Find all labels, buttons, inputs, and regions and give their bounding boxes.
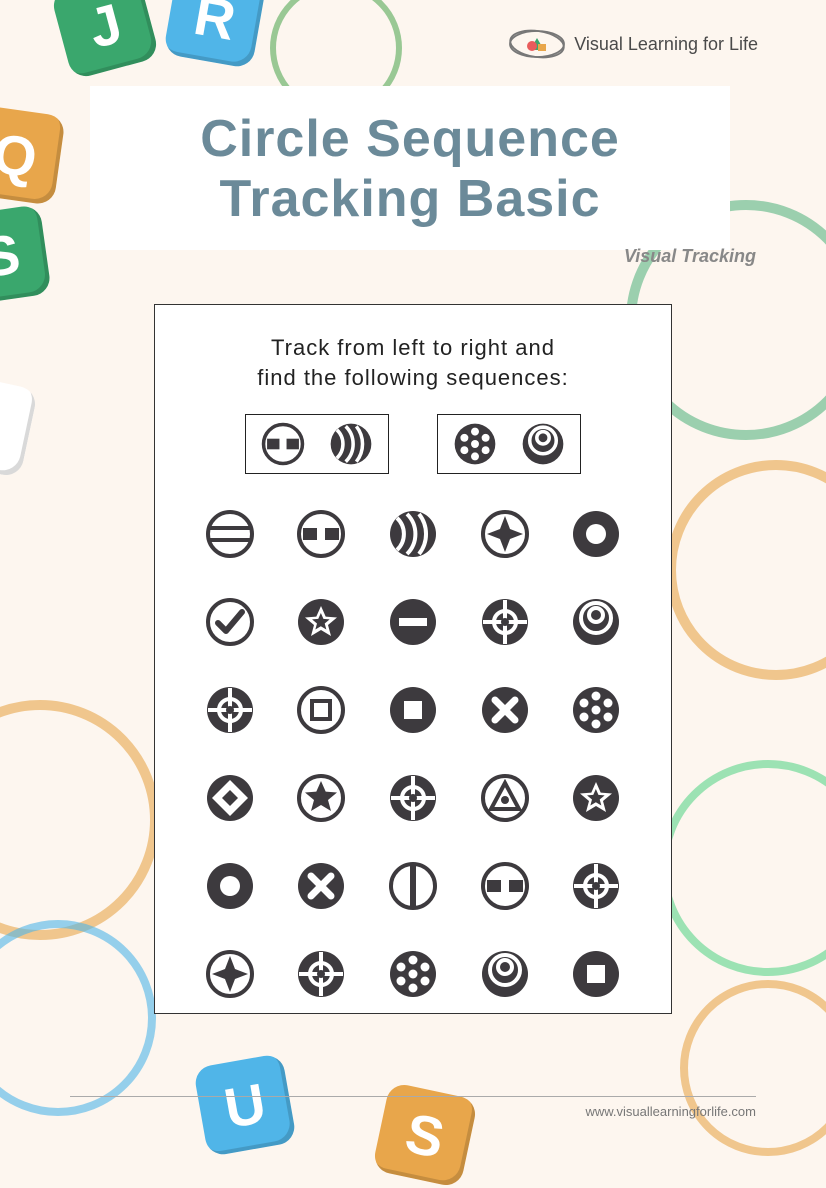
symbol-x-solid [479, 684, 531, 736]
symbol-star5-outline [295, 772, 347, 824]
symbol-target-plus [570, 860, 622, 912]
symbol-x-solid [295, 860, 347, 912]
eye-icon [508, 28, 566, 60]
title-line-2: Tracking Basic [110, 170, 710, 230]
brand-name: Visual Learning for Life [574, 34, 758, 55]
symbol-donut [204, 860, 256, 912]
title-card: Circle Sequence Tracking Basic [90, 86, 730, 250]
symbol-dots6 [570, 684, 622, 736]
instruction-line-1: Track from left to right and [191, 333, 635, 363]
page-title: Circle Sequence Tracking Basic [110, 110, 710, 230]
symbol-square-solid [570, 948, 622, 1000]
symbol-h-gap [260, 421, 306, 467]
brand-logo: Visual Learning for Life [508, 28, 758, 60]
target-sequence-2 [437, 414, 581, 474]
footer-url: www.visuallearningforlife.com [585, 1104, 756, 1119]
symbol-square-solid [387, 684, 439, 736]
symbol-h-gap [295, 508, 347, 560]
symbol-waves [328, 421, 374, 467]
symbol-h-lines [204, 508, 256, 560]
symbol-minus-solid [387, 596, 439, 648]
title-line-1: Circle Sequence [110, 110, 710, 170]
symbol-star5-solid [295, 596, 347, 648]
target-sequences [191, 414, 635, 474]
worksheet-panel: Track from left to right and find the fo… [154, 304, 672, 1014]
symbol-donut [570, 508, 622, 560]
symbol-star4-solid [204, 948, 256, 1000]
symbol-target-plus [387, 772, 439, 824]
symbol-v-line [387, 860, 439, 912]
instruction-text: Track from left to right and find the fo… [191, 333, 635, 392]
symbol-star4-solid [479, 508, 531, 560]
symbol-diamond-gap [204, 772, 256, 824]
symbol-concentric [570, 596, 622, 648]
category-label: Visual Tracking [624, 246, 756, 267]
symbol-h-gap [479, 860, 531, 912]
symbol-target-plus [204, 684, 256, 736]
symbol-check [204, 596, 256, 648]
symbol-grid [191, 508, 635, 1000]
symbol-dots6 [452, 421, 498, 467]
symbol-dots6 [387, 948, 439, 1000]
symbol-star5-solid [570, 772, 622, 824]
symbol-concentric [479, 948, 531, 1000]
target-sequence-1 [245, 414, 389, 474]
instruction-line-2: find the following sequences: [191, 363, 635, 393]
symbol-concentric [520, 421, 566, 467]
symbol-square-outline [295, 684, 347, 736]
symbol-triangle [479, 772, 531, 824]
symbol-waves [387, 508, 439, 560]
symbol-target-plus [295, 948, 347, 1000]
symbol-target-plus [479, 596, 531, 648]
footer-divider [70, 1096, 756, 1097]
